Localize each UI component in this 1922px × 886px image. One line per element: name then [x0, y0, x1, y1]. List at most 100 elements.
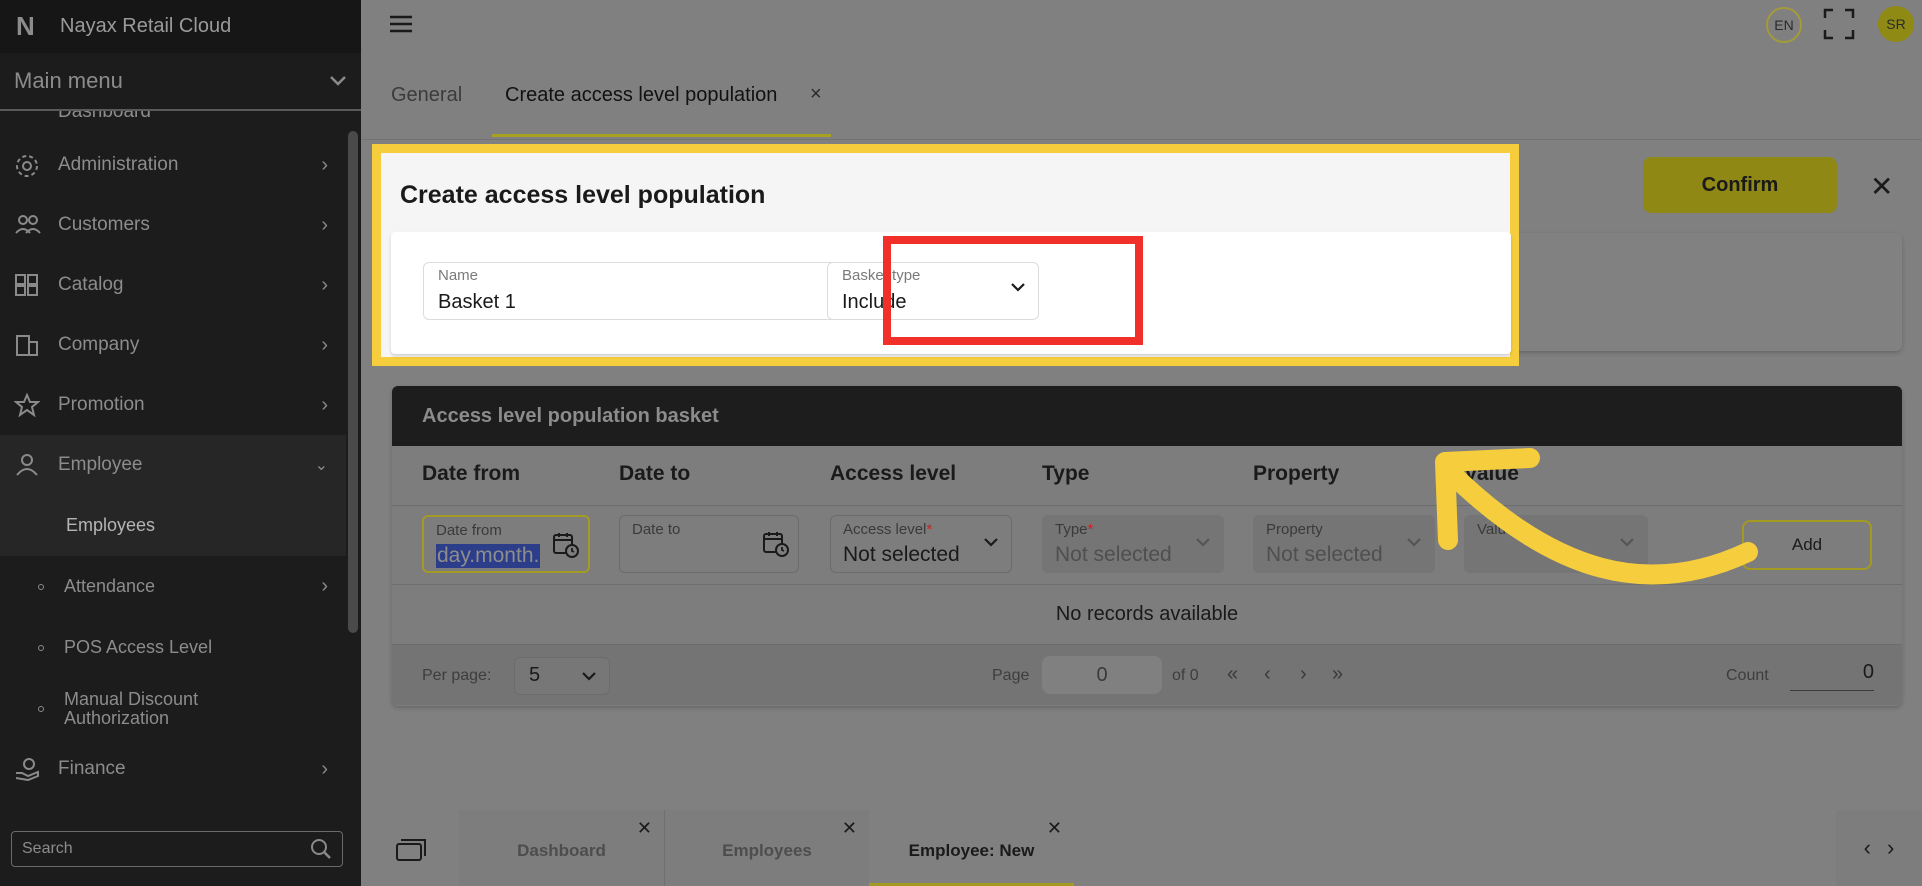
money-hand-icon — [14, 757, 44, 782]
column-header-access-level: Access level — [830, 462, 957, 485]
search-input[interactable] — [22, 840, 292, 858]
gear-icon — [14, 153, 44, 177]
sidebar-scrollbar[interactable] — [348, 131, 358, 633]
page-title: Create access level population — [400, 181, 766, 209]
chevron-right-icon[interactable]: › — [1887, 835, 1894, 861]
prev-page-icon[interactable]: ‹ — [1264, 663, 1271, 686]
sidebar-item-label: Catalog — [58, 274, 124, 295]
property-label: Property — [1266, 521, 1323, 538]
next-page-icon[interactable]: › — [1300, 663, 1307, 686]
chevron-down-icon — [1196, 538, 1210, 547]
column-header-date-to: Date to — [619, 462, 691, 485]
language-badge[interactable]: EN — [1766, 7, 1802, 43]
name-field[interactable]: Name Basket 1 — [423, 262, 883, 320]
table-header: Date from Date to Access level Type Prop… — [392, 446, 1902, 506]
bullet-icon — [38, 705, 44, 712]
page-label: Page — [992, 667, 1030, 684]
access-level-select[interactable]: Access level* Not selected — [830, 515, 1012, 573]
chevron-down-icon: ⌄ — [314, 457, 328, 474]
value-label: Value — [1477, 521, 1515, 538]
menu-list: Dashboard Administration › Customers › C… — [0, 111, 346, 821]
type-select[interactable]: Type* Not selected — [1042, 515, 1224, 573]
value-select[interactable]: Value — [1464, 515, 1648, 573]
per-page-label: Per page: — [422, 667, 492, 684]
grid-icon — [14, 273, 44, 297]
main-menu-label: Main menu — [14, 68, 123, 93]
close-icon[interactable]: ✕ — [1047, 818, 1062, 839]
name-field-label: Name — [438, 267, 479, 284]
calendar-clock-icon[interactable] — [762, 530, 790, 558]
window-tab-dashboard[interactable]: Dashboard ✕ — [459, 810, 664, 886]
name-field-value: Basket 1 — [438, 291, 516, 313]
per-page-select[interactable]: 5 — [514, 657, 610, 695]
chevron-right-icon: › — [321, 213, 328, 236]
add-button[interactable]: Add — [1742, 520, 1872, 570]
chevron-down-icon — [1407, 538, 1421, 547]
chevron-down-icon — [984, 538, 998, 547]
main-menu-toggle[interactable]: Main menu — [0, 53, 361, 111]
sidebar: N Nayax Retail Cloud Main menu Dashboard… — [0, 0, 361, 886]
per-page-value: 5 — [529, 664, 541, 686]
tab-bar: General Create access level population × — [361, 70, 1922, 140]
red-highlight-box — [883, 236, 1143, 345]
last-page-icon[interactable]: » — [1332, 663, 1343, 686]
brand-bar: N Nayax Retail Cloud — [0, 0, 361, 53]
type-value: Not selected — [1055, 543, 1172, 566]
star-icon — [13, 392, 44, 418]
page-number-input[interactable] — [1042, 656, 1162, 694]
sidebar-subitem-employees[interactable]: Employees — [0, 495, 346, 556]
confirm-button[interactable]: Confirm — [1643, 157, 1837, 213]
sidebar-item-label: Attendance — [64, 576, 156, 596]
close-icon[interactable]: ✕ — [1870, 170, 1893, 203]
chevron-left-icon[interactable]: ‹ — [1864, 835, 1871, 861]
sidebar-item-finance[interactable]: Finance › — [0, 739, 346, 799]
fullscreen-icon[interactable] — [1823, 8, 1855, 40]
sidebar-subitem-pos-access-level[interactable]: POS Access Level — [0, 617, 346, 678]
sidebar-item-label: Dashboard — [58, 111, 151, 122]
sidebar-item-customers[interactable]: Customers › — [0, 195, 346, 255]
property-select[interactable]: Property Not selected — [1253, 515, 1435, 573]
column-header-property: Property — [1253, 462, 1340, 485]
users-icon — [14, 213, 44, 237]
column-header-date-from: Date from — [422, 462, 521, 485]
close-icon[interactable]: ✕ — [842, 818, 857, 839]
date-from-input[interactable]: Date from day.month. — [422, 515, 590, 573]
windows-icon[interactable] — [395, 838, 427, 862]
chevron-right-icon: › — [321, 333, 328, 356]
sidebar-subitem-attendance[interactable]: Attendance › — [0, 556, 346, 617]
sidebar-item-catalog[interactable]: Catalog › — [0, 255, 346, 315]
window-tab-label: Employees — [722, 841, 812, 860]
access-level-value: Not selected — [843, 543, 960, 566]
sidebar-item-label: Company — [58, 334, 140, 355]
sidebar-item-promotion[interactable]: Promotion › — [0, 375, 346, 435]
first-page-icon[interactable]: « — [1227, 663, 1238, 686]
avatar[interactable]: SR — [1878, 6, 1914, 42]
window-tab-nav: ‹ › — [1836, 810, 1922, 886]
column-header-type: Type — [1042, 462, 1090, 485]
sidebar-item-label: Employee — [58, 454, 143, 475]
sidebar-item-administration[interactable]: Administration › — [0, 135, 346, 195]
access-level-label: Access level* — [843, 521, 932, 538]
sidebar-item-dashboard[interactable]: Dashboard — [0, 111, 346, 123]
date-to-input[interactable]: Date to — [619, 515, 799, 573]
window-tab-label: Dashboard — [517, 841, 606, 860]
sidebar-search — [11, 831, 343, 867]
count-value: 0 — [1790, 661, 1874, 691]
sidebar-item-employee[interactable]: Employee ⌄ — [0, 435, 346, 495]
sidebar-item-company[interactable]: Company › — [0, 315, 346, 375]
sidebar-item-label: Promotion — [58, 394, 145, 415]
tab-general[interactable]: General — [391, 84, 462, 107]
window-tab-employee-new[interactable]: Employee: New ✕ — [869, 810, 1074, 886]
page-of-label: of 0 — [1172, 667, 1199, 684]
sidebar-subitem-manual-discount[interactable]: Manual Discount Authorization — [0, 678, 346, 739]
search-icon[interactable] — [310, 838, 332, 860]
chevron-right-icon: › — [321, 393, 328, 416]
close-icon[interactable]: ✕ — [637, 818, 652, 839]
calendar-clock-icon[interactable] — [552, 531, 580, 559]
hamburger-menu-icon[interactable] — [389, 14, 413, 34]
tab-create-access-level-population[interactable]: Create access level population — [505, 84, 777, 107]
tab-close-icon[interactable]: × — [810, 83, 822, 106]
basket-table: Access level population basket Date from… — [392, 386, 1902, 706]
active-tab-indicator — [492, 134, 831, 137]
window-tab-employees[interactable]: Employees ✕ — [664, 810, 869, 886]
